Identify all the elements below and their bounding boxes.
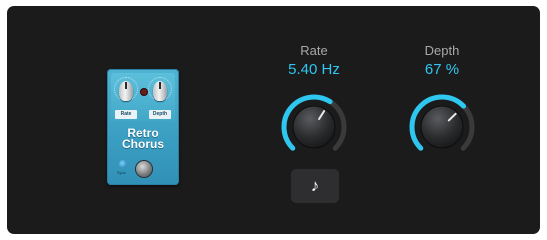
sync-led-icon: [119, 160, 127, 168]
rate-value: 5.40 Hz: [288, 61, 340, 78]
pedal-control-area: Rate Depth: [111, 73, 175, 121]
pedal-rate-label: Rate: [115, 110, 137, 119]
pedal-depth-label: Depth: [149, 110, 171, 119]
knob-body: [292, 105, 336, 149]
rate-knob[interactable]: [279, 92, 349, 162]
pedal-sync-label: Sync: [117, 170, 126, 175]
depth-knob[interactable]: [407, 92, 477, 162]
pedal-rate-knob: [119, 81, 133, 101]
eighth-note-icon: ♪: [310, 176, 320, 195]
pedal-name: Retro Chorus: [107, 127, 179, 151]
pedal-name-line-2: Chorus: [122, 137, 164, 151]
depth-value: 67 %: [424, 61, 460, 78]
retro-chorus-pedal: Rate Depth Retro Chorus Sync: [107, 69, 179, 185]
note-sync-button[interactable]: ♪: [291, 169, 339, 203]
pedal-depth-knob: [153, 81, 167, 101]
rate-label: Rate: [300, 43, 328, 58]
depth-label: Depth: [424, 43, 460, 58]
knob-body: [420, 105, 464, 149]
footswitch-icon: [136, 161, 152, 177]
plugin-panel: Rate Depth Retro Chorus Sync Rate 5.40 H…: [7, 6, 540, 234]
pedal-led-icon: [141, 89, 147, 95]
